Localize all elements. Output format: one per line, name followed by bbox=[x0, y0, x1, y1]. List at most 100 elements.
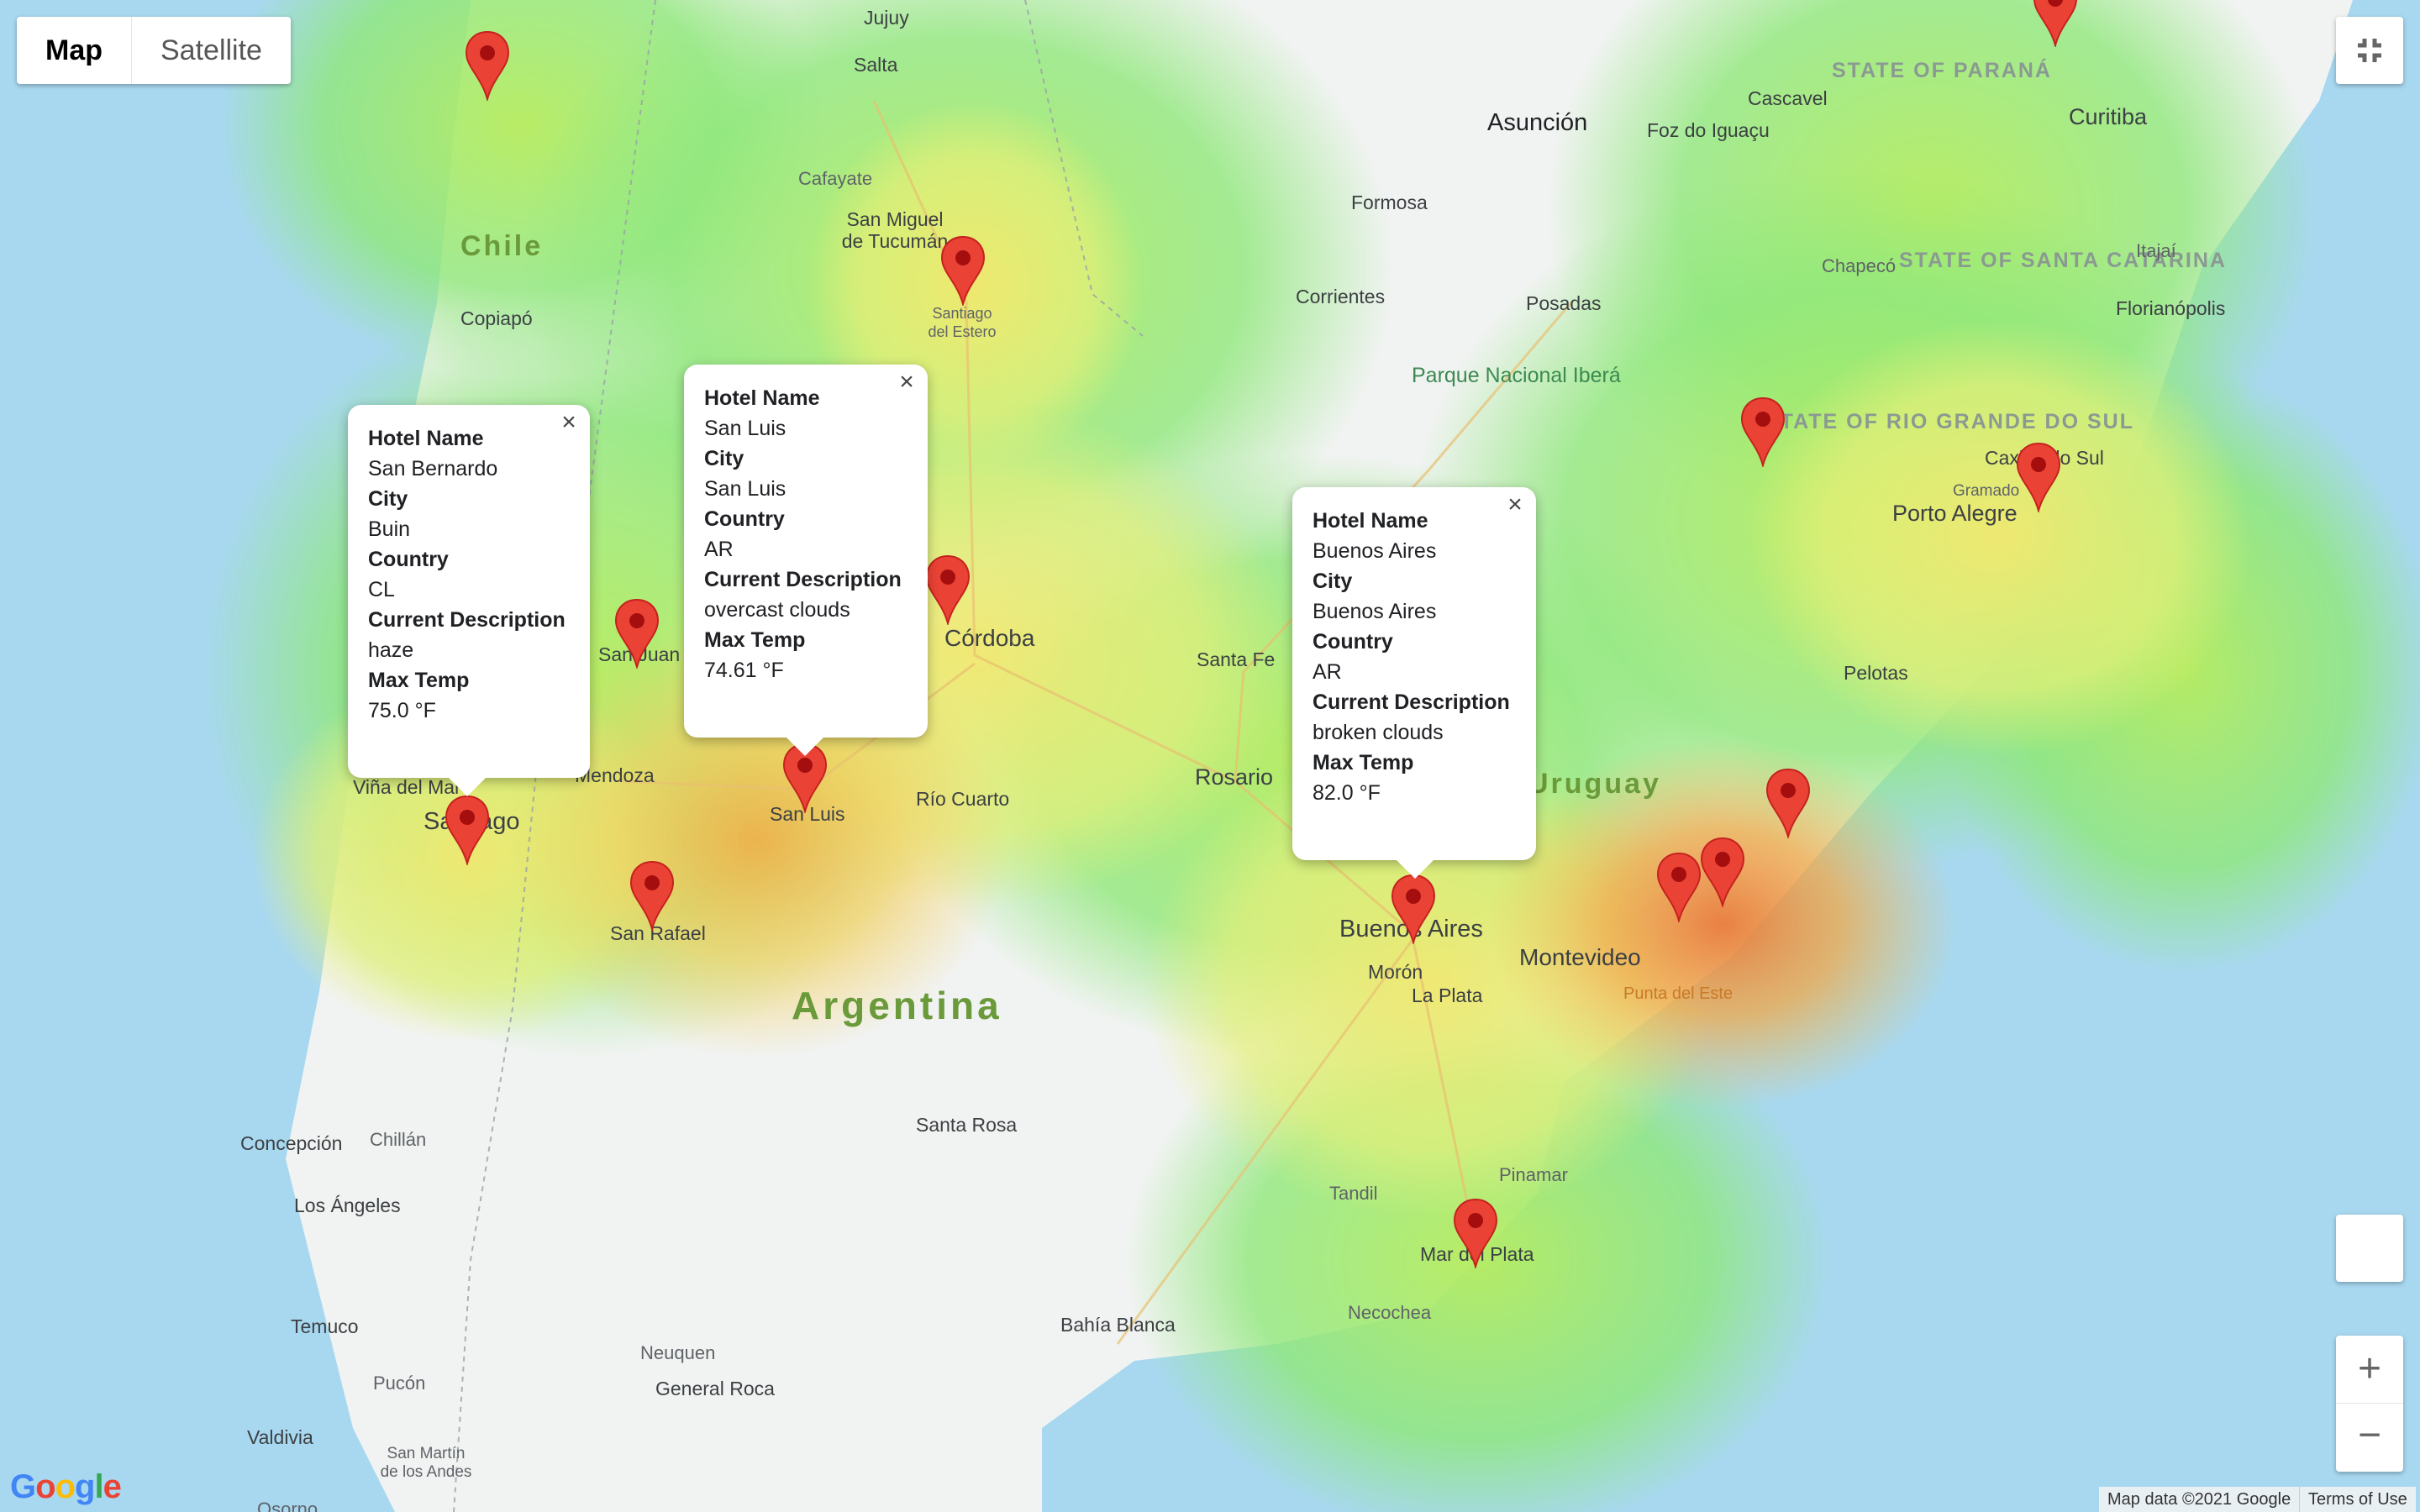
street-view-button[interactable] bbox=[2336, 1215, 2403, 1282]
label-city: Formosa bbox=[1351, 192, 1428, 213]
label-city: Chapecó bbox=[1822, 255, 1897, 276]
hotel-name-label: Hotel Name bbox=[1313, 509, 1428, 533]
label-city: Neuquen bbox=[640, 1342, 716, 1363]
label-state-santa-catarina: STATE OF SANTA CATARINA bbox=[1899, 249, 2227, 272]
info-window-san-luis: × Hotel Name San Luis City San Luis Coun… bbox=[684, 365, 928, 756]
country-label: Country bbox=[1313, 630, 1393, 654]
label-city: San Martín de los Andes bbox=[380, 1445, 472, 1481]
fullscreen-exit-button[interactable] bbox=[2336, 17, 2403, 84]
close-icon[interactable]: × bbox=[556, 410, 581, 435]
hotel-name-label: Hotel Name bbox=[704, 386, 820, 410]
map-marker-pin[interactable] bbox=[1656, 852, 1702, 924]
label-state-rio-grande: STATE OF RIO GRANDE DO SUL bbox=[1765, 410, 2134, 433]
terms-of-use-link[interactable]: Terms of Use bbox=[2299, 1487, 2416, 1512]
zoom-in-button[interactable]: + bbox=[2336, 1336, 2403, 1404]
map-marker-pin[interactable] bbox=[1453, 1198, 1498, 1270]
description-value: overcast clouds bbox=[704, 598, 850, 622]
label-city: Porto Alegre bbox=[1892, 501, 2018, 526]
label-city: Cafayate bbox=[798, 168, 873, 189]
label-city: Necochea bbox=[1348, 1302, 1432, 1323]
max-temp-value: 75.0 °F bbox=[368, 699, 436, 722]
label-city: Córdoba bbox=[944, 625, 1035, 651]
map-marker-pin[interactable] bbox=[629, 860, 675, 932]
label-city: Bahía Blanca bbox=[1060, 1314, 1176, 1336]
map-marker-pin[interactable] bbox=[2016, 442, 2061, 514]
label-city: Gramado bbox=[1953, 482, 2020, 500]
description-value: haze bbox=[368, 638, 414, 662]
map-marker-pin[interactable] bbox=[1391, 874, 1436, 946]
label-city: Florianópolis bbox=[2116, 297, 2226, 319]
close-icon[interactable]: × bbox=[1502, 492, 1528, 517]
popup-tail bbox=[1397, 860, 1434, 879]
label-city: Chillán bbox=[370, 1129, 427, 1150]
description-label: Current Description bbox=[368, 608, 566, 632]
label-uruguay: Uruguay bbox=[1528, 768, 1661, 800]
map-type-satellite-button[interactable]: Satellite bbox=[132, 17, 291, 84]
max-temp-label: Max Temp bbox=[704, 628, 806, 652]
label-city: Copiapó bbox=[460, 307, 533, 329]
label-chile: Chile bbox=[460, 230, 544, 262]
country-label: Country bbox=[704, 507, 785, 531]
label-city: La Plata bbox=[1412, 984, 1483, 1006]
hotel-name-value: San Luis bbox=[704, 417, 786, 440]
map-marker-pin[interactable] bbox=[465, 30, 510, 102]
label-city: Pelotas bbox=[1844, 662, 1908, 684]
label-city: Itajaí bbox=[2136, 240, 2176, 261]
label-city: Concepción bbox=[240, 1132, 343, 1154]
map-marker-pin[interactable] bbox=[614, 598, 660, 670]
info-window-san-bernardo: × Hotel Name San Bernardo City Buin Coun… bbox=[348, 405, 590, 796]
map-marker-pin[interactable] bbox=[940, 235, 986, 307]
close-icon[interactable]: × bbox=[894, 370, 919, 395]
description-label: Current Description bbox=[1313, 690, 1510, 714]
map-marker-pin[interactable] bbox=[1700, 837, 1745, 909]
city-label: City bbox=[1313, 570, 1353, 593]
max-temp-label: Max Temp bbox=[368, 669, 470, 692]
info-window-buenos-aires: × Hotel Name Buenos Aires City Buenos Ai… bbox=[1292, 487, 1536, 879]
map-type-map-button[interactable]: Map bbox=[17, 17, 132, 84]
hotel-name-value: Buenos Aires bbox=[1313, 539, 1437, 563]
label-city: Santa Fe bbox=[1197, 648, 1276, 670]
label-city: Punta del Este bbox=[1623, 984, 1733, 1003]
popup-tail bbox=[786, 738, 823, 756]
label-city: Río Cuarto bbox=[916, 788, 1010, 810]
map-marker-pin[interactable] bbox=[445, 795, 490, 867]
label-state-parana: STATE OF PARANÁ bbox=[1832, 59, 2052, 82]
label-city: Jujuy bbox=[864, 7, 909, 29]
max-temp-label: Max Temp bbox=[1313, 751, 1414, 774]
map-marker-pin[interactable] bbox=[1765, 768, 1811, 840]
label-city: Pucón bbox=[373, 1373, 426, 1394]
label-city: Foz do Iguaçu bbox=[1647, 119, 1770, 141]
label-city: Salta bbox=[854, 54, 898, 76]
max-temp-value: 82.0 °F bbox=[1313, 781, 1381, 805]
city-value: Buenos Aires bbox=[1313, 600, 1437, 623]
zoom-out-button[interactable]: − bbox=[2336, 1404, 2403, 1471]
country-value: AR bbox=[1313, 660, 1342, 684]
label-parque-ibera: Parque Nacional Iberá bbox=[1412, 364, 1621, 387]
max-temp-value: 74.61 °F bbox=[704, 659, 784, 682]
label-city: Corrientes bbox=[1296, 286, 1386, 307]
map-marker-pin[interactable] bbox=[1740, 396, 1786, 469]
map-type-control: Map Satellite bbox=[17, 17, 291, 84]
label-city: Morón bbox=[1368, 961, 1423, 983]
label-city: Posadas bbox=[1526, 292, 1602, 314]
label-city: San Miguel de Tucumán bbox=[841, 208, 949, 252]
label-city: General Roca bbox=[655, 1378, 775, 1399]
fullscreen-exit-icon bbox=[2358, 39, 2381, 62]
label-city: Curitiba bbox=[2069, 104, 2148, 129]
country-label: Country bbox=[368, 548, 449, 571]
map-canvas[interactable]: Chile Argentina Uruguay STATE OF PARANÁ … bbox=[0, 0, 2420, 1512]
map-marker-pin[interactable] bbox=[925, 554, 971, 627]
label-city: Santa Rosa bbox=[916, 1114, 1018, 1136]
hotel-name-label: Hotel Name bbox=[368, 427, 484, 450]
description-value: broken clouds bbox=[1313, 721, 1444, 744]
popup-tail bbox=[449, 778, 486, 796]
hotel-name-value: San Bernardo bbox=[368, 457, 498, 480]
label-city: Santiago del Estero bbox=[928, 305, 997, 340]
country-value: AR bbox=[704, 538, 734, 561]
description-label: Current Description bbox=[704, 568, 902, 591]
country-value: CL bbox=[368, 578, 395, 601]
map-marker-pin[interactable] bbox=[2033, 0, 2078, 49]
label-city: Osorno bbox=[257, 1499, 318, 1512]
google-logo: Google bbox=[10, 1468, 122, 1505]
zoom-control: + − bbox=[2336, 1336, 2403, 1472]
